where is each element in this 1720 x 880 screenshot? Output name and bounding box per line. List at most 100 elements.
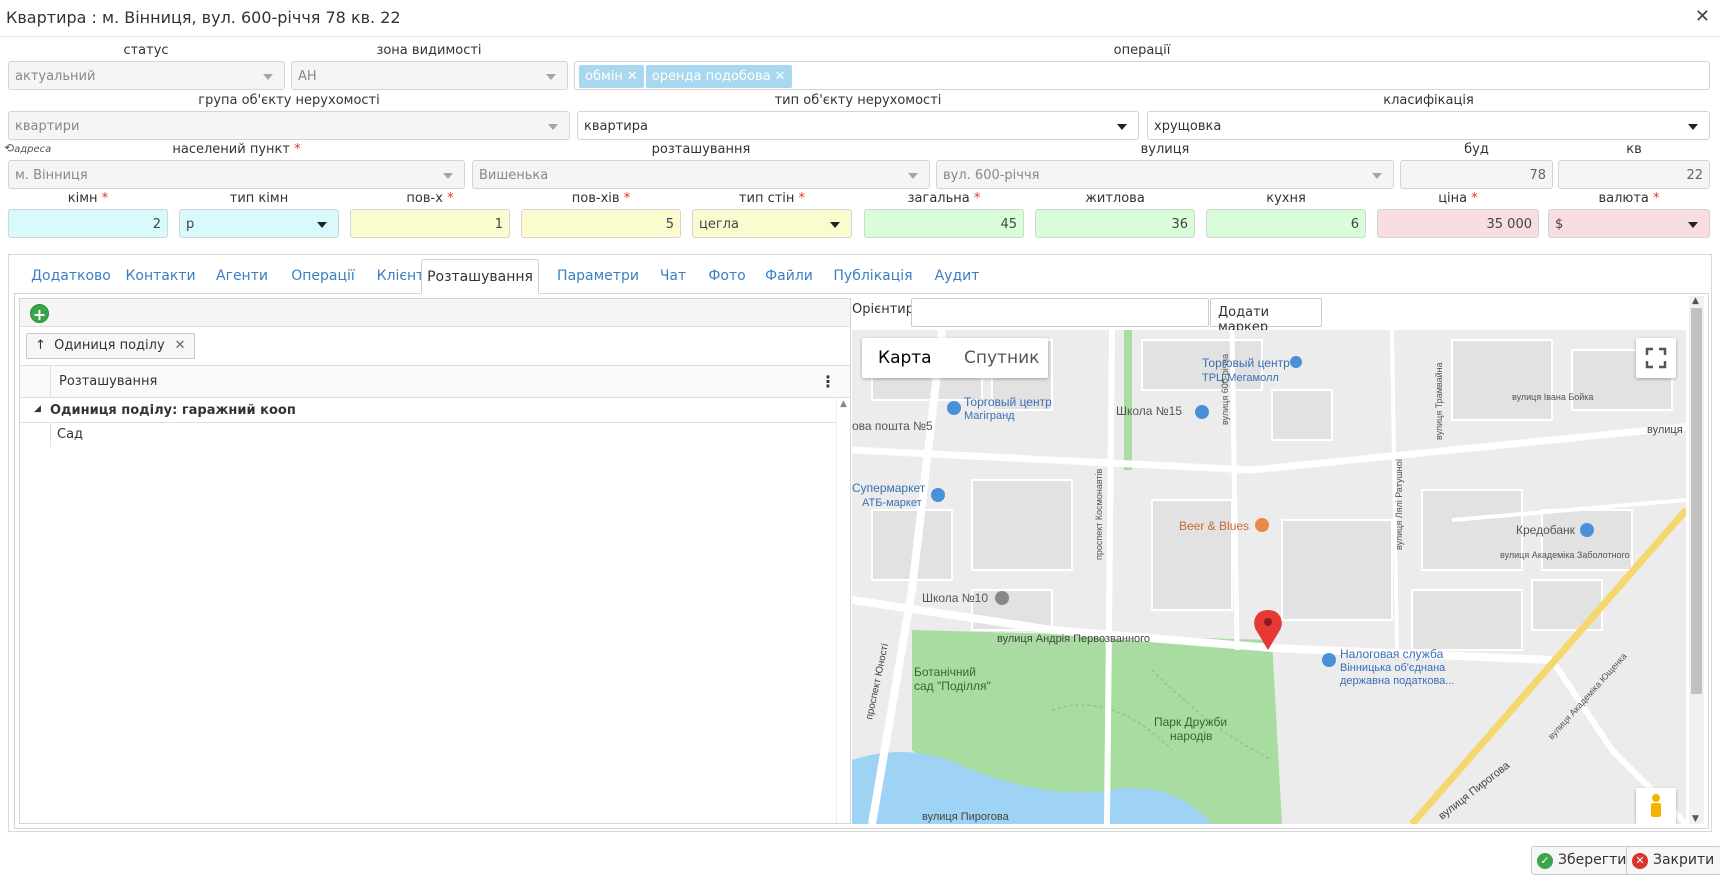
total-area-label-text: загальна — [907, 191, 970, 206]
svg-text:вулиця Академіка Заболотного: вулиця Академіка Заболотного — [1500, 550, 1630, 560]
save-button[interactable]: ✓ Зберегти — [1531, 846, 1634, 875]
living-area-field[interactable]: 36 — [1035, 209, 1195, 238]
scroll-down-icon[interactable]: ▼ — [1692, 814, 1699, 824]
group-select[interactable]: квартири — [8, 111, 570, 140]
add-marker-button[interactable]: Додати маркер — [1210, 298, 1322, 335]
grid-scrollbar[interactable]: ▲ — [836, 399, 850, 823]
window-titlebar: Квартира : м. Вінниця, вул. 600-річчя 78… — [0, 0, 1720, 37]
svg-text:Торговый центр: Торговый центр — [964, 395, 1052, 409]
floors-label-text: пов-хів — [571, 191, 620, 206]
tab-additional[interactable]: Додатково — [24, 259, 118, 294]
building-label: буд — [1464, 142, 1489, 157]
fullscreen-icon[interactable] — [1636, 338, 1676, 378]
column-menu-icon[interactable]: ⋮ — [820, 372, 836, 391]
svg-text:Ботанічний: Ботанічний — [914, 665, 976, 679]
price-field[interactable]: 35 000 — [1377, 209, 1539, 238]
svg-text:вулиця Трамвайна: вулиця Трамвайна — [1434, 362, 1444, 440]
svg-text:Магігранд: Магігранд — [964, 410, 1015, 422]
scroll-up-icon[interactable]: ▲ — [1692, 296, 1699, 306]
floor-field[interactable]: 1 — [350, 209, 510, 238]
zone-select[interactable]: АН — [291, 61, 568, 90]
kitchen-label: кухня — [1266, 191, 1306, 206]
type-select[interactable]: квартира — [577, 111, 1139, 140]
operation-tag-label: оренда подобова — [651, 69, 771, 84]
scroll-up-icon[interactable]: ▲ — [840, 399, 847, 409]
grid-toolbar: + — [20, 299, 850, 327]
map-canvas[interactable]: Торговый центр ТРЦ Мегамолл Торговый цен… — [852, 330, 1686, 824]
close-icon[interactable]: ✕ — [1695, 6, 1710, 27]
tab-files[interactable]: Файли — [756, 259, 822, 294]
class-select[interactable]: хрущовка — [1147, 111, 1710, 140]
total-area-field[interactable]: 45 — [864, 209, 1024, 238]
walls-select[interactable]: цегла — [692, 209, 852, 238]
map-type-satellite[interactable]: Спутник — [964, 348, 1039, 368]
close-button[interactable]: ✕ Закрити — [1626, 846, 1720, 875]
collapse-icon[interactable]: ◢ — [34, 404, 41, 414]
status-label: статус — [123, 43, 169, 58]
kitchen-field[interactable]: 6 — [1206, 209, 1366, 238]
svg-text:Налоговая служба: Налоговая служба — [1340, 647, 1444, 661]
svg-text:Школа №10: Школа №10 — [922, 591, 988, 605]
rooms-label-text: кімн — [67, 191, 98, 206]
group-by-chip[interactable]: ↑ Одиниця поділу ✕ — [26, 333, 195, 359]
status-select[interactable]: актуальний — [8, 61, 285, 90]
map-type-map[interactable]: Карта — [878, 348, 932, 368]
rooms-field[interactable]: 2 — [8, 209, 168, 238]
currency-label: валюта * — [1548, 191, 1710, 206]
column-header-location[interactable]: Розташування — [50, 366, 165, 397]
city-select[interactable]: м. Вінниця — [8, 160, 465, 189]
table-row[interactable]: Сад — [50, 423, 836, 447]
tab-agents[interactable]: Агенти — [203, 259, 281, 294]
svg-text:вулиця Пирогова: вулиця Пирогова — [922, 811, 1010, 823]
currency-select[interactable]: $ — [1548, 209, 1710, 238]
apartment-field[interactable]: 22 — [1558, 160, 1710, 189]
remove-tag-icon[interactable]: ✕ — [627, 69, 638, 84]
remove-tag-icon[interactable]: ✕ — [775, 69, 786, 84]
svg-text:Торговый центр: Торговый центр — [1202, 356, 1290, 370]
operation-tag: обмін ✕ — [579, 65, 644, 88]
tab-parameters[interactable]: Параметри — [548, 259, 648, 294]
operations-multiselect[interactable]: обмін ✕ оренда подобова ✕ — [574, 61, 1710, 90]
building-field[interactable]: 78 — [1400, 160, 1553, 189]
landmark-input[interactable] — [911, 298, 1209, 327]
required-mark: * — [798, 191, 806, 206]
street-select[interactable]: вул. 600-річчя — [936, 160, 1394, 189]
svg-text:Beer & Blues: Beer & Blues — [1179, 519, 1249, 533]
tab-photo[interactable]: Фото — [698, 259, 756, 294]
svg-text:Кредобанк: Кредобанк — [1516, 523, 1576, 537]
required-mark: * — [447, 191, 454, 206]
tab-contacts[interactable]: Контакти — [118, 259, 203, 294]
map-scrollbar[interactable]: ▲ ▼ — [1689, 296, 1704, 824]
svg-text:вулиця Івана Бойка: вулиця Івана Бойка — [1512, 392, 1593, 402]
map-view[interactable]: Торговый центр ТРЦ Мегамолл Торговый цен… — [852, 330, 1686, 824]
required-mark: * — [294, 142, 301, 157]
currency-label-text: валюта — [1598, 191, 1649, 206]
roomtype-label: тип кімн — [229, 191, 289, 206]
remove-group-icon[interactable]: ✕ — [175, 338, 186, 353]
add-icon[interactable]: + — [30, 304, 49, 324]
required-mark: * — [101, 191, 109, 206]
total-area-label: загальна * — [864, 191, 1024, 206]
svg-text:вулиця Андрія Первозванного: вулиця Андрія Первозванного — [997, 633, 1150, 645]
operation-tag: оренда подобова ✕ — [645, 65, 792, 88]
svg-text:державна податкова...: державна податкова... — [1340, 675, 1454, 687]
sort-arrow-icon[interactable]: ↑ — [35, 338, 46, 353]
tab-location[interactable]: Розташування — [421, 259, 539, 294]
required-mark: * — [623, 191, 631, 206]
svg-text:ТРЦ Мегамолл: ТРЦ Мегамолл — [1202, 372, 1279, 384]
save-button-label: Зберегти — [1558, 852, 1627, 868]
svg-text:народів: народів — [1170, 729, 1212, 743]
tab-publication[interactable]: Публікація — [822, 259, 924, 294]
roomtype-select[interactable]: р — [179, 209, 339, 238]
tab-chat[interactable]: Чат — [648, 259, 698, 294]
svg-text:Школа №15: Школа №15 — [1116, 404, 1182, 418]
apartment-label: кв — [1626, 142, 1642, 157]
pegman-icon[interactable] — [1636, 788, 1676, 824]
floors-field[interactable]: 5 — [521, 209, 681, 238]
location-select[interactable]: Вишенька — [472, 160, 930, 189]
tab-audit[interactable]: Аудит — [924, 259, 990, 294]
scrollbar-thumb[interactable] — [1691, 308, 1702, 694]
living-area-label: житлова — [1085, 191, 1145, 206]
group-row[interactable]: ◢ Одиниця поділу: гаражний кооп — [20, 399, 836, 423]
tab-operations[interactable]: Операції — [281, 259, 365, 294]
